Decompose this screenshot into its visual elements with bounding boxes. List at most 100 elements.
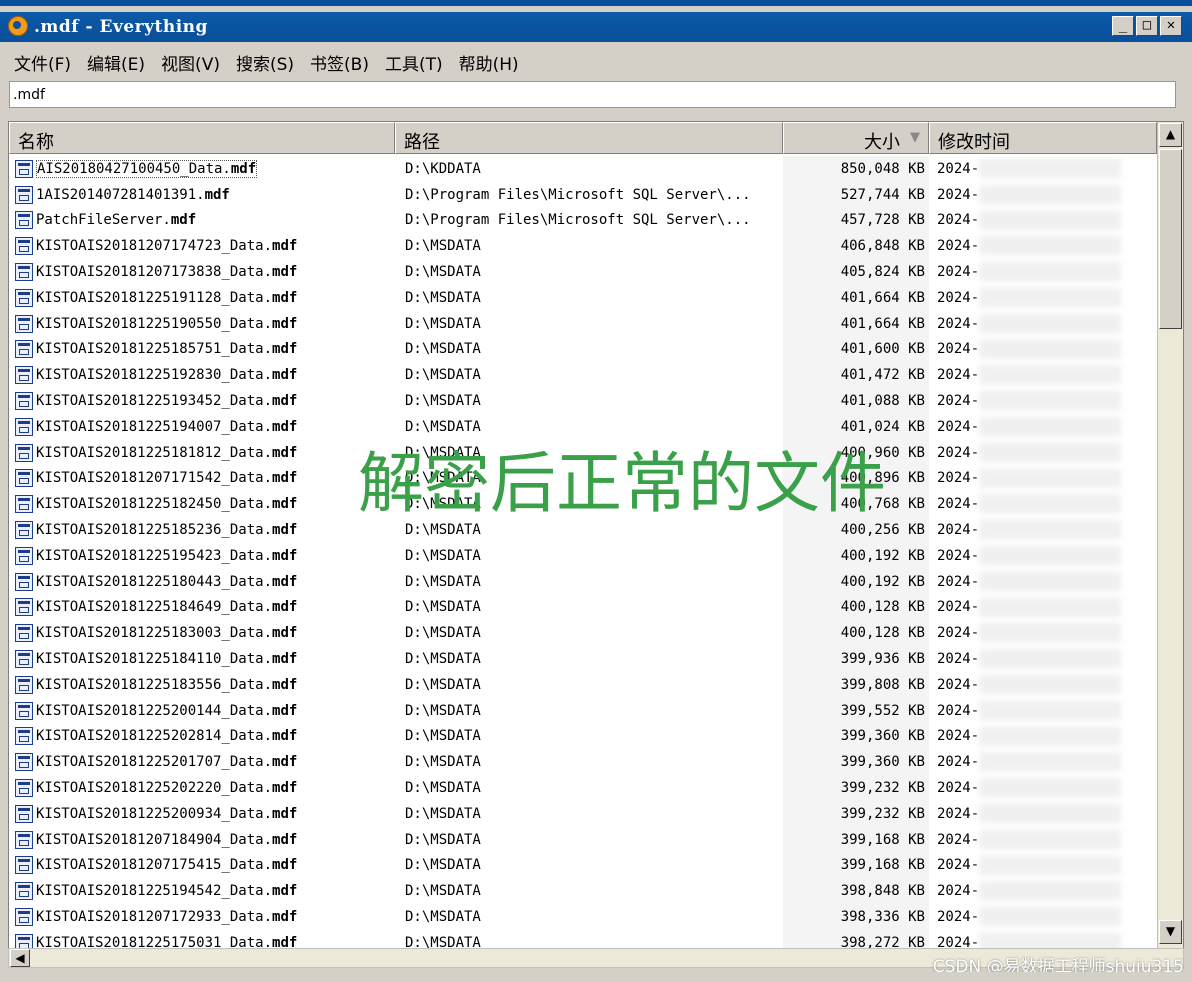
- menu-bookmarks[interactable]: 书签(B): [302, 45, 377, 75]
- file-modified-text: 2024-: [937, 160, 980, 177]
- file-name-cell: KISTOAIS20181225183003_Data.mdf: [9, 624, 395, 643]
- redacted-blur: [979, 778, 1121, 798]
- table-row[interactable]: KISTOAIS20181225184649_Data.mdf D:\MSDATA…: [9, 594, 1157, 621]
- column-header-name[interactable]: 名称: [9, 122, 395, 154]
- file-modified-cell: 2024-: [929, 672, 1129, 698]
- menu-help[interactable]: 帮助(H): [451, 45, 527, 75]
- database-file-icon: [15, 495, 33, 514]
- table-row[interactable]: KISTOAIS20181225185751_Data.mdf D:\MSDATA…: [9, 336, 1157, 363]
- table-row[interactable]: KISTOAIS20181207173838_Data.mdf D:\MSDATA…: [9, 259, 1157, 285]
- menu-tools[interactable]: 工具(T): [377, 45, 451, 75]
- column-header-modified[interactable]: 修改时间: [929, 122, 1157, 154]
- column-header-size[interactable]: 大小 ▼: [783, 122, 929, 154]
- everything-app-icon[interactable]: [8, 16, 28, 36]
- scroll-down-button[interactable]: ▼: [1159, 920, 1182, 944]
- table-row[interactable]: KISTOAIS20181225180443_Data.mdf D:\MSDATA…: [9, 568, 1157, 595]
- redacted-blur: [979, 468, 1121, 488]
- file-modified-text: 2024-: [937, 470, 980, 487]
- file-modified-cell: 2024-: [929, 208, 1129, 234]
- table-row[interactable]: KISTOAIS20181225192830_Data.mdf D:\MSDATA…: [9, 362, 1157, 389]
- file-name-cell: KISTOAIS20181207171542_Data.mdf: [9, 469, 395, 488]
- table-row[interactable]: PatchFileServer.mdf D:\Program Files\Micr…: [9, 207, 1157, 234]
- file-modified-cell: 2024-: [929, 388, 1129, 414]
- database-file-icon: [15, 211, 33, 230]
- table-row[interactable]: 1AIS201407281401391.mdf D:\Program Files\…: [9, 181, 1157, 208]
- scroll-left-button[interactable]: ◀: [10, 949, 30, 967]
- table-row[interactable]: KISTOAIS20181225191128_Data.mdf D:\MSDATA…: [9, 284, 1157, 311]
- table-row[interactable]: KISTOAIS20181225190550_Data.mdf D:\MSDATA…: [9, 310, 1157, 337]
- database-file-icon: [15, 856, 33, 875]
- file-modified-cell: 2024-: [929, 620, 1129, 646]
- table-row[interactable]: KISTOAIS20181225200144_Data.mdf D:\MSDATA…: [9, 697, 1157, 724]
- database-file-icon: [15, 417, 33, 436]
- file-size-cell: 399,168 KB: [783, 852, 929, 879]
- database-file-icon: [15, 288, 33, 307]
- database-file-icon: [15, 159, 33, 178]
- table-row[interactable]: KISTOAIS20181225202814_Data.mdf D:\MSDATA…: [9, 723, 1157, 750]
- table-row[interactable]: KISTOAIS20181207175415_Data.mdf D:\MSDATA…: [9, 852, 1157, 879]
- file-size-cell: 850,048 KB: [783, 156, 929, 182]
- scroll-thumb[interactable]: [1159, 149, 1182, 329]
- file-path-cell: D:\Program Files\Microsoft SQL Server\..…: [405, 212, 751, 229]
- table-row[interactable]: KISTOAIS20181225193452_Data.mdf D:\MSDATA…: [9, 388, 1157, 414]
- table-row[interactable]: KISTOAIS20181207172933_Data.mdf D:\MSDATA…: [9, 904, 1157, 930]
- file-extension: mdf: [272, 315, 298, 332]
- close-button[interactable]: ✕: [1160, 16, 1182, 36]
- file-modified-text: 2024-: [937, 496, 980, 513]
- file-name: KISTOAIS20181225190550_Data.mdf: [36, 316, 297, 332]
- file-basename: KISTOAIS20181225202814_Data.: [36, 728, 273, 745]
- menu-search[interactable]: 搜索(S): [228, 45, 302, 75]
- menu-view[interactable]: 视图(V): [153, 45, 228, 75]
- file-name: KISTOAIS20181225184110_Data.mdf: [36, 651, 297, 667]
- search-input[interactable]: .mdf: [9, 81, 1176, 108]
- table-row[interactable]: AIS20180427100450_Data.mdf D:\KDDATA 850,0…: [9, 156, 1157, 182]
- file-extension: mdf: [272, 573, 298, 590]
- file-modified-cell: 2024-: [929, 904, 1129, 930]
- file-modified-text: 2024-: [937, 702, 980, 719]
- file-name-cell: 1AIS201407281401391.mdf: [9, 185, 395, 204]
- file-size-cell: 399,232 KB: [783, 800, 929, 827]
- file-path-cell: D:\MSDATA: [405, 367, 481, 384]
- file-name-cell: KISTOAIS20181225182450_Data.mdf: [9, 495, 395, 514]
- table-row[interactable]: KISTOAIS20181225195423_Data.mdf D:\MSDATA…: [9, 542, 1157, 569]
- file-name-cell: KISTOAIS20181225201707_Data.mdf: [9, 753, 395, 772]
- column-header-size-label: 大小: [864, 132, 900, 153]
- table-row[interactable]: KISTOAIS20181225184110_Data.mdf D:\MSDATA…: [9, 646, 1157, 672]
- menu-edit[interactable]: 编辑(E): [79, 45, 153, 75]
- column-header-path[interactable]: 路径: [395, 122, 783, 154]
- title-bar[interactable]: .mdf - Everything _ □ ✕: [0, 12, 1192, 42]
- file-name: KISTOAIS20181225202814_Data.mdf: [36, 728, 297, 744]
- vertical-scrollbar[interactable]: ▲ ▼: [1157, 122, 1183, 966]
- table-row[interactable]: KISTOAIS20181225202220_Data.mdf D:\MSDATA…: [9, 775, 1157, 801]
- redacted-blur: [979, 416, 1121, 436]
- file-path-cell: D:\MSDATA: [405, 857, 481, 874]
- file-name: KISTOAIS20181225194542_Data.mdf: [36, 883, 297, 899]
- results-list[interactable]: 名称 路径 大小 ▼ 修改时间 AIS20180427100450_Data.m…: [8, 121, 1184, 967]
- file-path-cell: D:\MSDATA: [405, 754, 481, 771]
- file-name: KISTOAIS20181225194007_Data.mdf: [36, 419, 297, 435]
- file-size-cell: 399,360 KB: [783, 749, 929, 776]
- file-name: AIS20180427100450_Data.mdf: [36, 159, 258, 178]
- file-name: KISTOAIS20181225192830_Data.mdf: [36, 367, 297, 383]
- table-row[interactable]: KISTOAIS20181225200934_Data.mdf D:\MSDATA…: [9, 800, 1157, 827]
- file-name: KISTOAIS20181207184904_Data.mdf: [36, 832, 297, 848]
- redacted-blur: [979, 855, 1121, 875]
- table-row[interactable]: KISTOAIS20181225201707_Data.mdf D:\MSDATA…: [9, 749, 1157, 776]
- file-extension: mdf: [272, 883, 298, 900]
- table-row[interactable]: KISTOAIS20181225183003_Data.mdf D:\MSDATA…: [9, 620, 1157, 647]
- scroll-up-button[interactable]: ▲: [1159, 123, 1182, 147]
- table-row[interactable]: KISTOAIS20181225194542_Data.mdf D:\MSDATA…: [9, 878, 1157, 905]
- file-extension: mdf: [272, 393, 298, 410]
- file-name-cell: KISTOAIS20181207184904_Data.mdf: [9, 830, 395, 849]
- table-row[interactable]: KISTOAIS20181225183556_Data.mdf D:\MSDATA…: [9, 671, 1157, 698]
- file-basename: KISTOAIS20181207174723_Data.: [36, 238, 273, 255]
- file-modified-cell: 2024-: [929, 853, 1129, 879]
- maximize-button[interactable]: □: [1136, 16, 1158, 36]
- menu-file[interactable]: 文件(F): [6, 45, 79, 75]
- file-modified-cell: 2024-: [929, 543, 1129, 569]
- file-extension: mdf: [272, 651, 298, 668]
- minimize-button[interactable]: _: [1112, 16, 1134, 36]
- file-size-cell: 398,336 KB: [783, 904, 929, 930]
- table-row[interactable]: KISTOAIS20181207184904_Data.mdf D:\MSDATA…: [9, 826, 1157, 853]
- table-row[interactable]: KISTOAIS20181207174723_Data.mdf D:\MSDATA…: [9, 233, 1157, 260]
